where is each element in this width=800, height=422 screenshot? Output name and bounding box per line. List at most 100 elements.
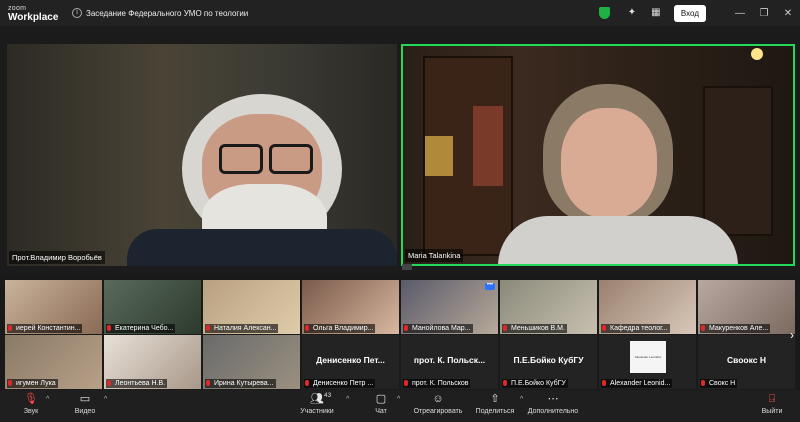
participant-display-name: Своокс Н bbox=[726, 355, 766, 365]
restore-icon[interactable]: ❐ bbox=[752, 8, 776, 19]
share-button[interactable]: ⇧ Поделиться bbox=[472, 390, 518, 422]
face-shape-2 bbox=[561, 108, 657, 218]
mic-muted-icon bbox=[206, 380, 210, 386]
participant-tile[interactable]: игумен Лука bbox=[5, 335, 102, 389]
mic-muted-icon bbox=[602, 380, 606, 386]
participant-name: прот. К. Польсков bbox=[403, 379, 471, 388]
title-bar: zoom Workplace i Заседание Федерального … bbox=[0, 0, 800, 26]
next-page-icon[interactable]: › bbox=[790, 328, 794, 342]
mic-muted-icon bbox=[107, 325, 111, 331]
speaker-video-2[interactable]: Maria Talankina bbox=[401, 44, 795, 266]
participant-tile[interactable]: Екатерина Чебо... bbox=[104, 280, 201, 334]
participant-tile[interactable]: Alexander Leonidov Alexander Leonid... bbox=[599, 335, 696, 389]
mic-muted-icon bbox=[305, 325, 309, 331]
participant-tile[interactable]: Своокс Н Свокс Н bbox=[698, 335, 795, 389]
participant-name: Екатерина Чебо... bbox=[106, 324, 176, 333]
meeting-info[interactable]: i Заседание Федерального УМО по теологии bbox=[72, 8, 248, 18]
clothes-shape-2 bbox=[498, 216, 738, 264]
video-label: Видео bbox=[74, 408, 96, 415]
share-options-chevron-icon[interactable]: ^ bbox=[520, 396, 523, 403]
speaker-stage: Прот.Владимир Воробьёв Maria Talankina bbox=[0, 26, 800, 276]
participants-label: Участники bbox=[300, 408, 334, 415]
title-bar-controls: ✦ ▦ Вход — ❐ ✕ bbox=[598, 0, 800, 26]
participant-name: Манойлова Мар... bbox=[403, 324, 473, 333]
participant-tile[interactable]: ••• Манойлова Мар... bbox=[401, 280, 498, 334]
participant-name: Денисенко Петр ... bbox=[304, 379, 376, 388]
participant-tile[interactable]: Денисенко Пет... Денисенко Петр ... bbox=[302, 335, 399, 389]
participant-tile[interactable]: иерей Константин... bbox=[5, 280, 102, 334]
signin-button[interactable]: Вход bbox=[673, 4, 706, 22]
participant-name: Леонтьева Н.В. bbox=[106, 379, 168, 388]
chat-icon: ▢ bbox=[375, 393, 387, 405]
chat-options-chevron-icon[interactable]: ^ bbox=[397, 396, 400, 403]
participant-display-name: Денисенко Пет... bbox=[316, 355, 385, 365]
minimize-icon[interactable]: — bbox=[728, 8, 752, 19]
camera-icon: ▭ bbox=[79, 393, 91, 405]
participant-tile[interactable]: Наталия Алексан... bbox=[203, 280, 300, 334]
participant-name: Кафедра теолог... bbox=[601, 324, 670, 333]
meeting-title: Заседание Федерального УМО по теологии bbox=[86, 8, 249, 18]
react-label: Отреагировать bbox=[413, 408, 463, 415]
meeting-toolbar: 🎙︎ Звук ^ ▭ Видео ^ 👥︎ 43 Участники ^ ▢ … bbox=[0, 390, 800, 422]
speaker-name-2: Maria Talankina bbox=[405, 249, 464, 262]
lamp-icon bbox=[751, 48, 763, 60]
books-shape bbox=[473, 106, 503, 186]
more-button[interactable]: ⋯ Дополнительно bbox=[524, 390, 582, 422]
participant-name: П.Е.Бойко КубГУ bbox=[502, 379, 568, 388]
glasses-left-icon bbox=[219, 144, 263, 174]
participant-name: Меньшиков В.М. bbox=[502, 324, 567, 333]
close-icon[interactable]: ✕ bbox=[776, 8, 800, 19]
mic-muted-icon bbox=[701, 380, 705, 386]
mic-muted-icon bbox=[503, 325, 507, 331]
mic-muted-icon: 🎙︎ bbox=[24, 393, 38, 405]
gallery-strip: иерей Константин... Екатерина Чебо... На… bbox=[0, 278, 800, 390]
participant-tile[interactable]: П.Е.Бойко КубГУ П.Е.Бойко КубГУ bbox=[500, 335, 597, 389]
participants-count: 43 bbox=[324, 392, 332, 399]
info-icon[interactable]: i bbox=[72, 8, 82, 18]
glasses-right-icon bbox=[269, 144, 313, 174]
stage-toggle-icon[interactable] bbox=[402, 264, 412, 270]
bookshelf-right-shape bbox=[703, 86, 773, 236]
participant-tile[interactable]: Ирина Кутырева... bbox=[203, 335, 300, 389]
leave-icon: ⍈ bbox=[768, 393, 776, 405]
participants-button[interactable]: 👥︎ 43 Участники bbox=[294, 390, 340, 422]
participant-tile[interactable]: Меньшиков В.М. bbox=[500, 280, 597, 334]
smiley-icon: ☺ bbox=[432, 393, 444, 405]
encryption-shield-icon[interactable] bbox=[598, 7, 610, 19]
chat-label: Чат bbox=[375, 408, 387, 415]
sparkle-icon[interactable]: ✦ bbox=[626, 7, 638, 19]
participant-name: Alexander Leonid... bbox=[601, 379, 673, 388]
grid-view-icon[interactable]: ▦ bbox=[650, 7, 662, 19]
participant-name: Свокс Н bbox=[700, 379, 738, 388]
mic-muted-icon bbox=[107, 380, 111, 386]
audio-options-chevron-icon[interactable]: ^ bbox=[46, 396, 49, 403]
participant-tile[interactable]: прот. К. Польск... прот. К. Польсков bbox=[401, 335, 498, 389]
video-button[interactable]: ▭ Видео bbox=[68, 390, 102, 422]
participant-tile[interactable]: Леонтьева Н.В. bbox=[104, 335, 201, 389]
more-label: Дополнительно bbox=[527, 408, 579, 415]
mic-muted-icon bbox=[602, 325, 606, 331]
participant-tile[interactable]: Макуренков Але... bbox=[698, 280, 795, 334]
zoom-logo: zoom Workplace bbox=[0, 4, 66, 23]
leave-button[interactable]: ⍈ Выйти bbox=[757, 390, 787, 422]
participants-options-chevron-icon[interactable]: ^ bbox=[346, 396, 349, 403]
participant-tile[interactable]: Ольга Владимир... bbox=[302, 280, 399, 334]
icon-painting-shape bbox=[425, 136, 453, 176]
participant-name: Ольга Владимир... bbox=[304, 324, 376, 333]
video-options-chevron-icon[interactable]: ^ bbox=[104, 396, 107, 403]
mic-muted-icon bbox=[404, 325, 408, 331]
chat-button[interactable]: ▢ Чат bbox=[368, 390, 394, 422]
participant-display-name: прот. К. Польск... bbox=[413, 355, 486, 365]
profile-picture: Alexander Leonidov bbox=[630, 341, 666, 373]
profile-picture-text: Alexander Leonidov bbox=[634, 355, 662, 359]
participant-name: игумен Лука bbox=[7, 379, 58, 388]
mic-muted-icon bbox=[404, 380, 408, 386]
participant-name: Макуренков Але... bbox=[700, 324, 771, 333]
react-button[interactable]: ☺ Отреагировать bbox=[410, 390, 466, 422]
audio-button[interactable]: 🎙︎ Звук bbox=[16, 390, 46, 422]
speaker-video-1[interactable]: Прот.Владимир Воробьёв bbox=[7, 44, 397, 266]
share-label: Поделиться bbox=[475, 408, 515, 415]
more-options-icon[interactable]: ••• bbox=[485, 282, 495, 290]
participant-tile[interactable]: Кафедра теолог... bbox=[599, 280, 696, 334]
participant-display-name: П.Е.Бойко КубГУ bbox=[513, 355, 584, 365]
